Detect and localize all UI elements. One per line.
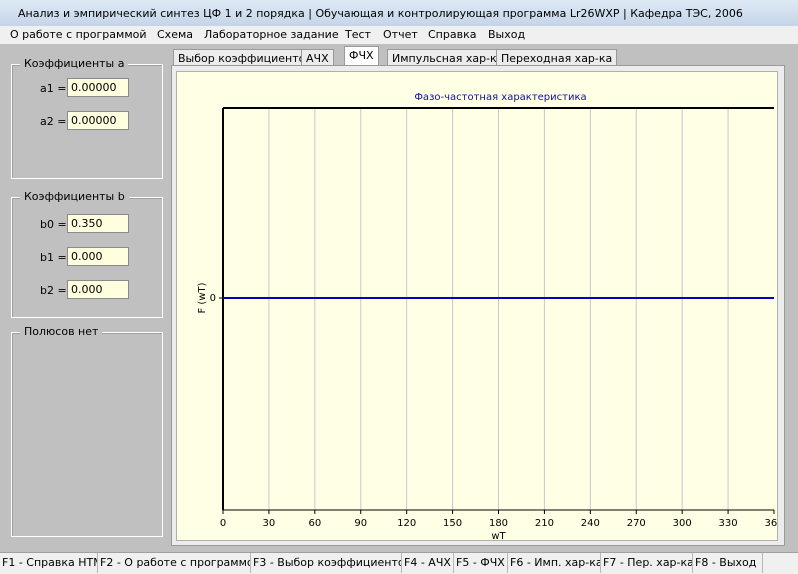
y-tick-label: 0 <box>210 293 216 304</box>
x-tick-label: 330 <box>719 518 738 529</box>
phase-chart: 0 30 60 90 120 150 180 210 240 270 300 330 360 0 Фазо-… <box>197 92 777 540</box>
status-f8-exit[interactable]: F8 - Выход <box>693 553 763 573</box>
a1-field[interactable]: 0.00000 <box>67 78 129 97</box>
y-axis-label: F (wT) <box>197 282 208 313</box>
x-tick-label: 180 <box>489 518 508 529</box>
coefficients-b-title: Коэффициенты b <box>20 190 129 203</box>
b1-field[interactable]: 0.000 <box>67 247 129 266</box>
chart-title: Фазо-частотная характеристика <box>414 92 586 103</box>
x-tick-label: 270 <box>627 518 646 529</box>
phase-chart-panel: 0 30 60 90 120 150 180 210 240 270 300 330 360 0 Фазо-… <box>176 71 778 541</box>
x-tick-label: 300 <box>673 518 692 529</box>
coefficients-a-group: Коэффициенты a a1 = 0.00000 a2 = 0.00000 <box>11 57 163 179</box>
poles-group: Полюсов нет <box>11 325 163 537</box>
tab-amplitude[interactable]: АЧХ <box>301 49 334 66</box>
coefficients-a-title: Коэффициенты a <box>20 57 129 70</box>
x-tick-label: 240 <box>581 518 600 529</box>
tab-phase[interactable]: ФЧХ <box>344 46 379 67</box>
menu-test[interactable]: Тест <box>345 28 371 41</box>
x-tick-label: 120 <box>397 518 416 529</box>
a1-label: a1 = <box>40 82 67 95</box>
a2-label: a2 = <box>40 115 67 128</box>
coefficients-b-group: Коэффициенты b b0 = 0.350 b1 = 0.000 b2 … <box>11 190 163 318</box>
x-tick-label: 150 <box>443 518 462 529</box>
menu-about[interactable]: О работе с программой <box>10 28 147 41</box>
status-f1-help[interactable]: F1 - Справка HTML <box>0 553 98 573</box>
tab-coefficients[interactable]: Выбор коэффициентов <box>173 49 317 66</box>
status-f2-about[interactable]: F2 - О работе с программой <box>98 553 251 573</box>
x-tick-label: 90 <box>354 518 367 529</box>
status-f5-phase[interactable]: F5 - ФЧХ <box>454 553 508 573</box>
menu-lab-task[interactable]: Лабораторное задание <box>204 28 339 41</box>
client-area: Коэффициенты a a1 = 0.00000 a2 = 0.00000… <box>0 44 798 552</box>
tab-impulse[interactable]: Импульсная хар-ка <box>387 49 509 66</box>
b2-label: b2 = <box>40 284 67 297</box>
x-tick-label: 0 <box>220 518 226 529</box>
tab-step[interactable]: Переходная хар-ка <box>496 49 618 66</box>
x-axis-label: wT <box>491 531 506 540</box>
x-tick-label: 360 <box>764 518 777 529</box>
b1-label: b1 = <box>40 251 67 264</box>
b2-field[interactable]: 0.000 <box>67 280 129 299</box>
b0-label: b0 = <box>40 218 67 231</box>
x-tick-label: 30 <box>263 518 276 529</box>
a2-field[interactable]: 0.00000 <box>67 111 129 130</box>
status-bar: F1 - Справка HTML F2 - О работе с програ… <box>0 552 798 574</box>
menu-exit[interactable]: Выход <box>488 28 525 41</box>
menu-bar: О работе с программой Схема Лабораторное… <box>0 26 798 44</box>
status-f3-coefficients[interactable]: F3 - Выбор коэффициентов <box>251 553 402 573</box>
title-bar: Анализ и эмпирический синтез ЦФ 1 и 2 по… <box>0 0 798 27</box>
status-f4-amplitude[interactable]: F4 - АЧХ <box>402 553 454 573</box>
poles-title: Полюсов нет <box>20 325 103 338</box>
b0-field[interactable]: 0.350 <box>67 214 129 233</box>
x-tick-label: 210 <box>535 518 554 529</box>
menu-scheme[interactable]: Схема <box>157 28 193 41</box>
window-title: Анализ и эмпирический синтез ЦФ 1 и 2 по… <box>18 7 743 20</box>
status-f6-impulse[interactable]: F6 - Имп. хар-ка <box>508 553 601 573</box>
menu-report[interactable]: Отчет <box>383 28 418 41</box>
status-f7-step[interactable]: F7 - Пер. хар-ка <box>601 553 693 573</box>
x-tick-label: 60 <box>308 518 321 529</box>
menu-help[interactable]: Справка <box>428 28 476 41</box>
